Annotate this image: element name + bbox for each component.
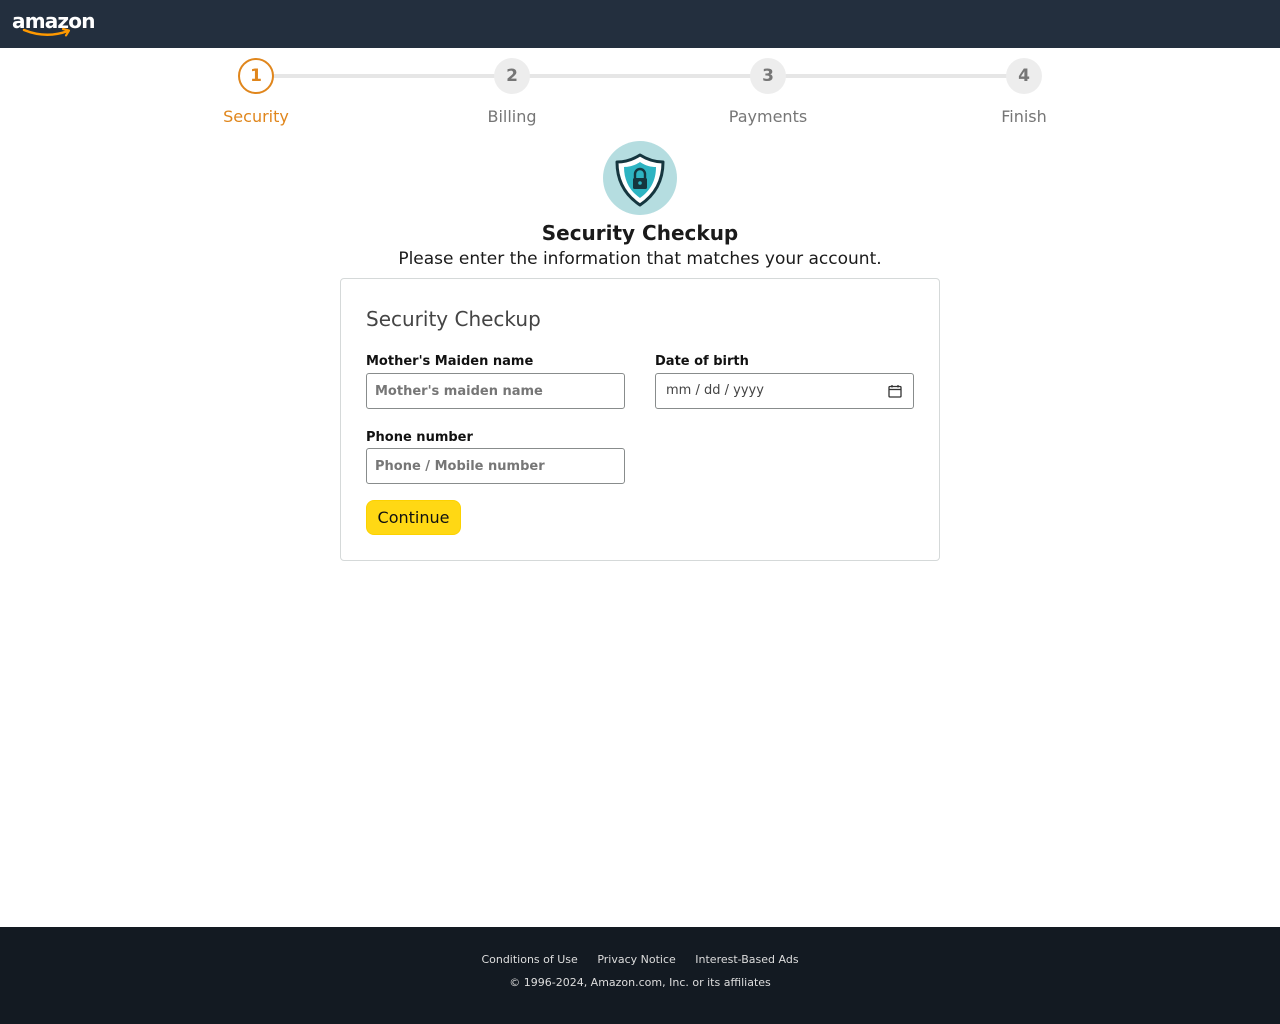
step-finish: 4 Finish — [954, 58, 1094, 126]
step-billing: 2 Billing — [442, 58, 582, 126]
page-subtitle: Please enter the information that matche… — [398, 249, 882, 269]
privacy-notice-link[interactable]: Privacy Notice — [597, 953, 675, 966]
smile-arrow-icon — [22, 27, 71, 37]
maiden-name-input[interactable] — [366, 373, 625, 409]
top-bar: amazon — [0, 0, 1280, 48]
step-number: 1 — [238, 58, 274, 94]
step-number: 2 — [494, 58, 530, 94]
step-label: Billing — [487, 107, 537, 126]
maiden-name-label: Mother's Maiden name — [366, 354, 534, 369]
footer: Conditions of Use Privacy Notice Interes… — [0, 927, 1280, 1024]
interest-based-ads-link[interactable]: Interest-Based Ads — [695, 953, 798, 966]
progress-stepper: 1 Security 2 Billing 3 Payments 4 Finish — [0, 58, 1280, 128]
security-form-card: Security Checkup Mother's Maiden name Da… — [340, 278, 940, 561]
dob-input[interactable]: mm / dd / yyyy — [655, 373, 914, 409]
phone-input[interactable] — [366, 448, 625, 484]
continue-button[interactable]: Continue — [366, 500, 461, 535]
step-label: Finish — [1001, 107, 1047, 126]
step-number: 3 — [750, 58, 786, 94]
dob-label: Date of birth — [655, 354, 749, 369]
dob-placeholder: mm / dd / yyyy — [666, 383, 764, 398]
copyright: © 1996-2024, Amazon.com, Inc. or its aff… — [509, 976, 771, 989]
shield-lock-icon — [603, 141, 677, 215]
form-title: Security Checkup — [366, 307, 541, 331]
stepper-track — [256, 74, 1024, 78]
conditions-of-use-link[interactable]: Conditions of Use — [481, 953, 577, 966]
step-payments: 3 Payments — [698, 58, 838, 126]
calendar-icon[interactable] — [888, 384, 902, 398]
phone-label: Phone number — [366, 430, 473, 445]
amazon-logo[interactable]: amazon — [12, 9, 95, 41]
step-label: Security — [223, 107, 289, 126]
step-label: Payments — [728, 107, 808, 126]
step-security: 1 Security — [186, 58, 326, 126]
step-number: 4 — [1006, 58, 1042, 94]
footer-links: Conditions of Use Privacy Notice Interes… — [0, 953, 1280, 967]
page-title: Security Checkup — [541, 221, 739, 245]
